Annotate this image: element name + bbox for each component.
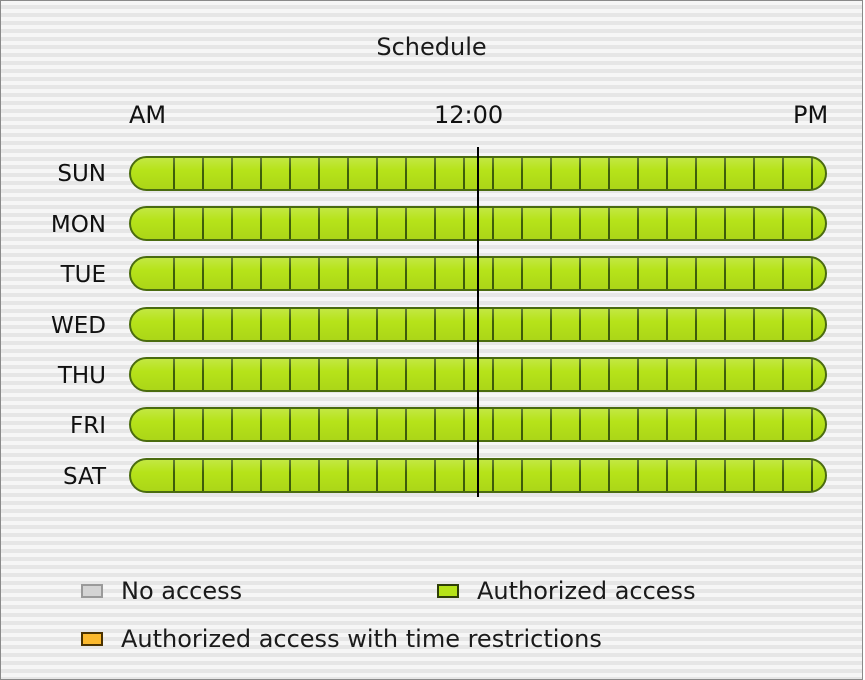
legend-item-time-restricted: Authorized access with time restrictions — [81, 625, 602, 653]
axis-pm-label: PM — [793, 101, 829, 129]
noon-marker-line — [477, 147, 479, 497]
legend-item-no-access: No access — [81, 577, 242, 605]
legend-swatch-authorized — [437, 584, 459, 598]
day-label-fri: FRI — [70, 413, 106, 439]
day-label-tue: TUE — [60, 262, 106, 288]
day-label-mon: MON — [50, 212, 106, 238]
axis-noon-label: 12:00 — [434, 101, 504, 129]
legend-item-authorized: Authorized access — [437, 577, 696, 605]
legend-label-authorized: Authorized access — [477, 577, 696, 605]
day-label-thu: THU — [57, 363, 106, 389]
schedule-panel: Schedule AM 12:00 PM SUN MON TUE WED THU… — [0, 0, 863, 680]
axis-am-label: AM — [129, 101, 167, 129]
day-label-sat: SAT — [62, 464, 106, 490]
legend-label-time-restricted: Authorized access with time restrictions — [121, 625, 602, 653]
day-label-sun: SUN — [57, 161, 106, 187]
legend-swatch-no-access — [81, 584, 103, 598]
day-label-wed: WED — [51, 313, 106, 339]
legend-swatch-time-restricted — [81, 632, 103, 646]
schedule-title: Schedule — [376, 33, 487, 61]
legend-label-no-access: No access — [121, 577, 243, 605]
